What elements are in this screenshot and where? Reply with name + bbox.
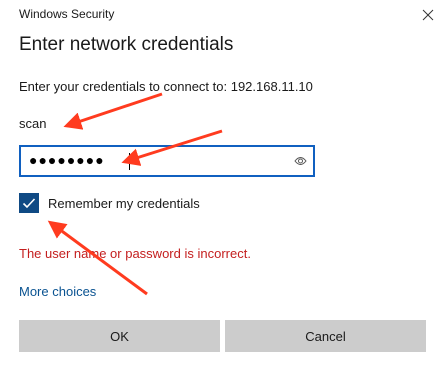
arrow-to-username (63, 92, 163, 130)
title-bar: Windows Security (0, 0, 448, 30)
remember-credentials-row[interactable]: Remember my credentials (19, 192, 200, 214)
dialog-title: Enter network credentials (19, 34, 234, 55)
more-choices-link[interactable]: More choices (19, 284, 96, 299)
remember-label: Remember my credentials (48, 195, 200, 211)
close-button[interactable] (408, 0, 448, 30)
credentials-dialog: Windows Security Enter network credentia… (0, 0, 448, 365)
checkmark-icon (22, 198, 36, 209)
remember-checkbox[interactable] (19, 193, 39, 213)
app-title: Windows Security (19, 7, 115, 21)
ok-button[interactable]: OK (19, 320, 220, 352)
error-message: The user name or password is incorrect. (19, 246, 251, 261)
password-field[interactable]: ●●●●●●●● (19, 145, 315, 177)
cancel-button[interactable]: Cancel (225, 320, 426, 352)
close-icon (422, 9, 434, 21)
connect-message: Enter your credentials to connect to: 19… (19, 79, 313, 94)
text-caret (129, 153, 130, 170)
eye-icon[interactable] (294, 155, 307, 167)
password-value: ●●●●●●●● (29, 152, 105, 168)
username-label: scan (19, 116, 47, 131)
